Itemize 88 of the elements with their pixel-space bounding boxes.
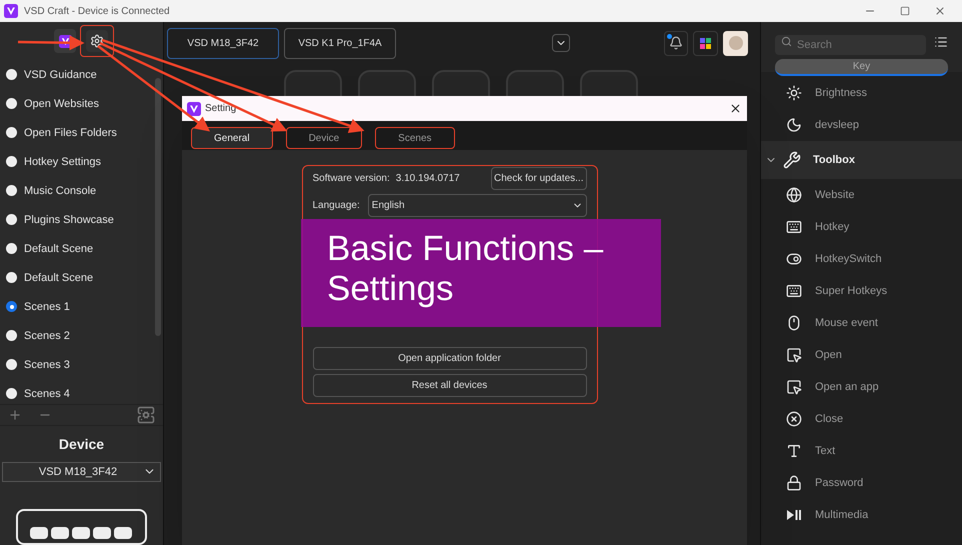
- device-select[interactable]: VSD M18_3F42: [2, 462, 161, 482]
- toolbox-item[interactable]: Super Hotkeys: [815, 282, 888, 300]
- radio-button[interactable]: [6, 214, 17, 226]
- globe-icon: [786, 187, 802, 203]
- apps-button[interactable]: [693, 30, 718, 56]
- radio-button[interactable]: [6, 127, 17, 138]
- scene-item[interactable]: Scenes 3: [24, 356, 70, 374]
- toolbox-item[interactable]: Open: [815, 346, 842, 364]
- hardware-tab[interactable]: VSD M18_3F42: [167, 28, 279, 58]
- scene-item[interactable]: Plugins Showcase: [24, 212, 114, 228]
- scene-item[interactable]: Music Console: [24, 182, 96, 200]
- group-title: Toolbox: [813, 152, 855, 168]
- window-title: VSD Craft - Device is Connected: [24, 4, 170, 18]
- settings-button[interactable]: [80, 25, 114, 58]
- toolbox-item[interactable]: Text: [815, 442, 836, 460]
- add-icon[interactable]: [8, 408, 22, 422]
- radio-button[interactable]: [6, 330, 17, 342]
- search-icon: [781, 36, 792, 47]
- avatar[interactable]: [723, 30, 748, 56]
- moon-icon: [786, 117, 802, 133]
- server-gear-icon[interactable]: [137, 406, 155, 424]
- toolbox-item[interactable]: Multimedia: [815, 506, 868, 524]
- software-version: 3.10.194.0717: [396, 172, 460, 186]
- toolbox-item[interactable]: Password: [815, 474, 864, 492]
- dropdown-button[interactable]: [552, 34, 570, 52]
- search-field[interactable]: Search: [775, 35, 926, 55]
- scene-item[interactable]: Open Websites: [24, 96, 100, 112]
- maximize-icon[interactable]: [900, 6, 910, 16]
- sun-icon: [786, 85, 802, 101]
- settings-tab[interactable]: General: [191, 127, 273, 149]
- toggle-icon: [786, 251, 802, 267]
- scrollbar[interactable]: [155, 78, 161, 336]
- radio-button[interactable]: [6, 243, 17, 254]
- radio-button[interactable]: [6, 156, 17, 168]
- hardware-tab[interactable]: VSD K1 Pro_1F4A: [284, 28, 396, 58]
- dialog-title: Setting: [205, 102, 236, 116]
- app-logo-icon: [187, 102, 201, 116]
- keyboard-icon: [786, 219, 802, 235]
- close-icon: [786, 411, 802, 427]
- toolbox-item[interactable]: devsleep: [815, 116, 860, 134]
- toolbox-item[interactable]: Brightness: [815, 84, 867, 102]
- toolbox-item[interactable]: HotkeySwitch: [815, 250, 882, 268]
- settings-icon: [90, 34, 104, 48]
- radio-button[interactable]: [6, 359, 17, 370]
- toolbox-item[interactable]: Close: [815, 410, 844, 428]
- radio-button[interactable]: [6, 301, 17, 312]
- banner-text: Basic Functions – Settings: [327, 229, 604, 308]
- pointer-square-icon: [786, 347, 802, 363]
- check-updates-button[interactable]: Check for updates...: [491, 167, 586, 190]
- settings-action-button[interactable]: Open application folder: [312, 347, 586, 370]
- settings-action-button[interactable]: Reset all devices: [312, 374, 586, 397]
- bell-icon: [669, 36, 683, 50]
- app-logo-icon: [4, 4, 18, 18]
- toolbox-item[interactable]: Open an app: [815, 378, 879, 396]
- toolbox-item[interactable]: Website: [815, 186, 855, 204]
- scene-item[interactable]: Default Scene: [24, 270, 94, 286]
- scene-item[interactable]: VSD Guidance: [24, 66, 97, 84]
- radio-button[interactable]: [6, 388, 17, 400]
- menu-icon[interactable]: [934, 35, 948, 49]
- lock-icon: [786, 475, 802, 491]
- device-heading: Device: [58, 434, 104, 454]
- settings-tab[interactable]: Scenes: [375, 127, 455, 149]
- language-select[interactable]: English: [368, 194, 586, 217]
- scene-item[interactable]: Scenes 4: [24, 386, 70, 402]
- text-icon: [786, 443, 802, 459]
- radio-button[interactable]: [6, 98, 17, 110]
- close-icon[interactable]: [729, 102, 742, 115]
- notification-button[interactable]: [664, 30, 688, 56]
- scene-item[interactable]: Scenes 1: [24, 298, 70, 316]
- scene-item[interactable]: Default Scene: [24, 240, 94, 258]
- toolbox-item[interactable]: Hotkey: [815, 218, 850, 236]
- scene-item[interactable]: Hotkey Settings: [24, 154, 102, 170]
- radio-button[interactable]: [6, 185, 17, 196]
- radio-button[interactable]: [6, 272, 17, 284]
- annotation-arrow: [18, 35, 84, 50]
- scene-item[interactable]: Scenes 2: [24, 328, 70, 344]
- keyboard-icon: [786, 283, 802, 299]
- software-version-label: Software version:: [312, 172, 390, 186]
- toolbox-item[interactable]: Mouse event: [815, 314, 878, 332]
- settings-tab[interactable]: Device: [286, 127, 362, 149]
- play-pause-icon: [787, 510, 801, 520]
- mouse-icon: [786, 315, 802, 331]
- pointer-square-icon: [786, 379, 802, 395]
- radio-button[interactable]: [6, 69, 17, 80]
- wrench-icon: [783, 151, 801, 169]
- toolbox-group-header[interactable]: Toolbox: [761, 141, 962, 179]
- language-label: Language:: [312, 199, 360, 213]
- scene-item[interactable]: Open Files Folders: [24, 124, 117, 142]
